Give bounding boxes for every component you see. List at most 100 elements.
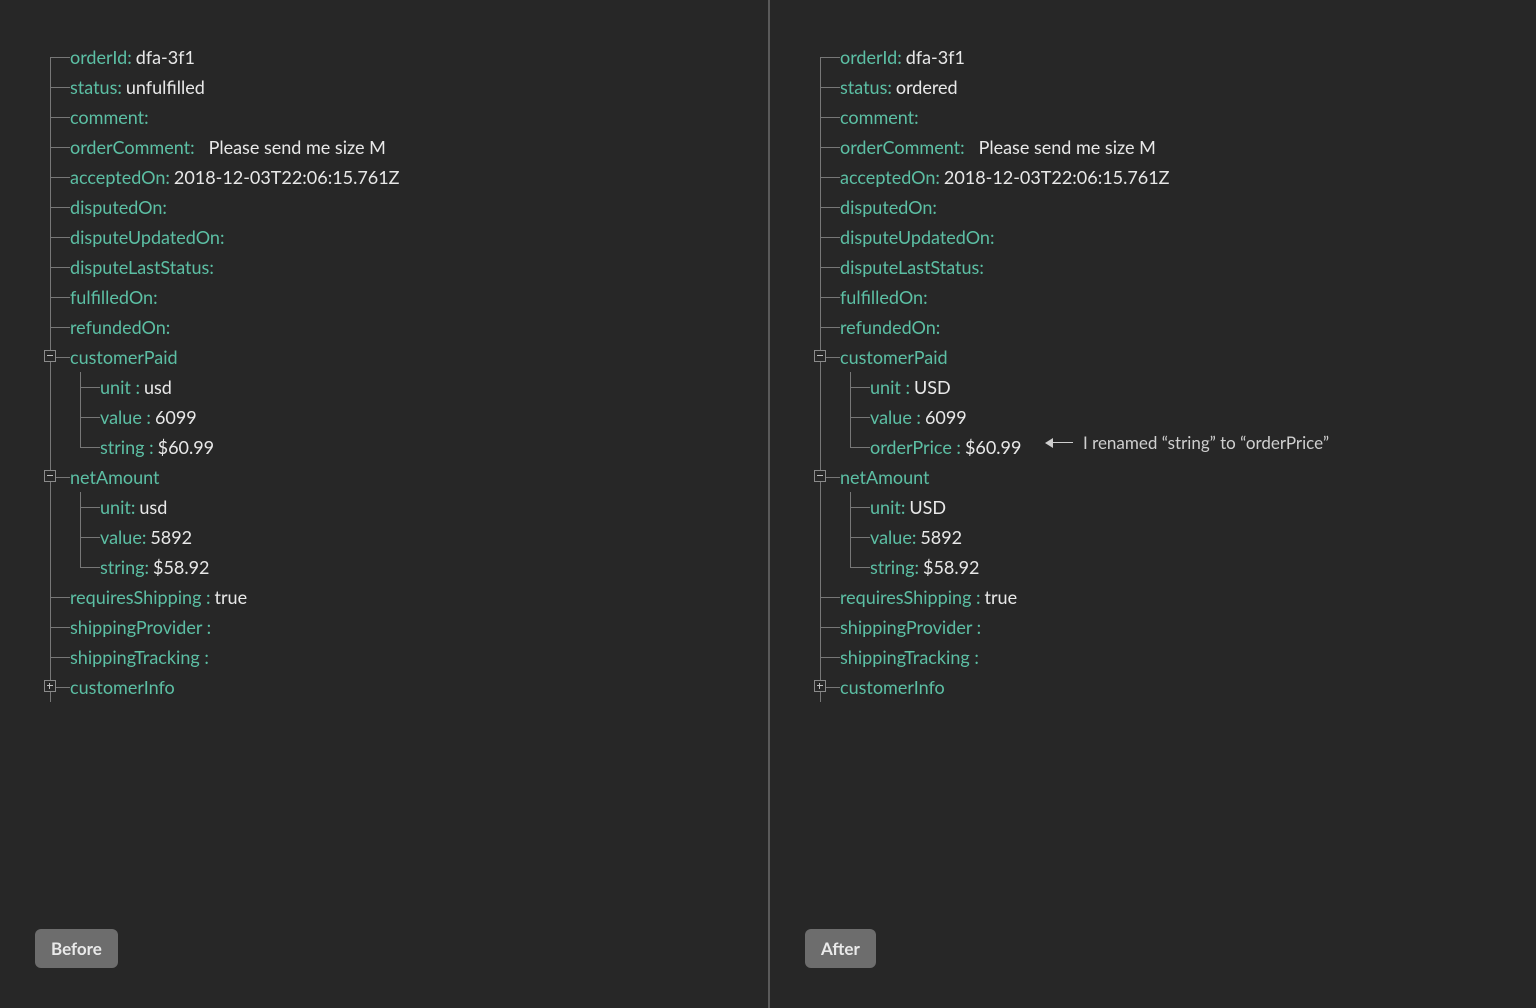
- node-netamount[interactable]: netAmount: [40, 462, 399, 492]
- key: shippingProvider :: [70, 612, 211, 642]
- key: customerPaid: [70, 342, 178, 372]
- val: 5892: [920, 522, 962, 552]
- val: $58.92: [153, 552, 209, 582]
- key: requiresShipping :: [840, 582, 981, 612]
- node-shippingprovider: shippingProvider :: [40, 612, 399, 642]
- node-cp-unit: unit : usd: [40, 372, 399, 402]
- val: $58.92: [923, 552, 979, 582]
- val: $60.99: [158, 432, 214, 462]
- key: status:: [840, 72, 892, 102]
- key: customerPaid: [840, 342, 948, 372]
- val: 5892: [150, 522, 192, 552]
- key: value :: [100, 402, 151, 432]
- node-cp-value: value : 6099: [40, 402, 399, 432]
- val: Please send me size M: [209, 132, 386, 162]
- node-disputedon: disputedOn:: [810, 192, 1169, 222]
- node-fulfilledon: fulfilledOn:: [40, 282, 399, 312]
- key: value:: [870, 522, 916, 552]
- val: 2018-12-03T22:06:15.761Z: [174, 162, 400, 192]
- node-acceptedon: acceptedOn: 2018-12-03T22:06:15.761Z: [40, 162, 399, 192]
- collapse-icon[interactable]: [44, 350, 56, 362]
- val: 2018-12-03T22:06:15.761Z: [944, 162, 1170, 192]
- node-status: status: unfulfilled: [40, 72, 399, 102]
- key: string :: [100, 432, 154, 462]
- node-customerpaid[interactable]: customerPaid: [40, 342, 399, 372]
- key: orderPrice :: [870, 432, 961, 462]
- node-na-value: value: 5892: [40, 522, 399, 552]
- annotation-text: I renamed “string” to “orderPrice”: [1083, 432, 1329, 453]
- node-na-unit: unit: usd: [40, 492, 399, 522]
- key: disputedOn:: [840, 192, 937, 222]
- node-requiresshipping: requiresShipping : true: [40, 582, 399, 612]
- val: ordered: [896, 72, 958, 102]
- after-badge: After: [805, 929, 876, 968]
- node-requiresshipping: requiresShipping : true: [810, 582, 1169, 612]
- key: disputeLastStatus:: [840, 252, 984, 282]
- node-customerpaid[interactable]: customerPaid: [810, 342, 1169, 372]
- node-cp-value: value : 6099: [810, 402, 1169, 432]
- node-shippingtracking: shippingTracking :: [40, 642, 399, 672]
- key: acceptedOn:: [70, 162, 170, 192]
- key: acceptedOn:: [840, 162, 940, 192]
- key: fulfilledOn:: [70, 282, 158, 312]
- key: shippingProvider :: [840, 612, 981, 642]
- node-disputelaststatus: disputeLastStatus:: [40, 252, 399, 282]
- before-tree: orderId: dfa-3f1 status: unfulfilled com…: [40, 42, 399, 702]
- val: Please send me size M: [979, 132, 1156, 162]
- val: unfulfilled: [126, 72, 205, 102]
- val: $60.99: [965, 432, 1021, 462]
- node-netamount[interactable]: netAmount: [810, 462, 1169, 492]
- collapse-icon[interactable]: [814, 350, 826, 362]
- val: 6099: [925, 402, 967, 432]
- node-cp-unit: unit : USD: [810, 372, 1169, 402]
- key: shippingTracking :: [70, 642, 209, 672]
- key: orderComment:: [70, 132, 195, 162]
- val: usd: [144, 372, 172, 402]
- node-cp-string: string : $60.99: [40, 432, 399, 462]
- comparison-stage: orderId: dfa-3f1 status: unfulfilled com…: [0, 0, 1536, 1008]
- key: shippingTracking :: [840, 642, 979, 672]
- rename-annotation: I renamed “string” to “orderPrice”: [1045, 432, 1329, 453]
- key: netAmount: [840, 462, 930, 492]
- key: unit:: [870, 492, 905, 522]
- arrow-left-icon: [1045, 437, 1073, 449]
- key: comment:: [70, 102, 149, 132]
- val: true: [985, 582, 1018, 612]
- val: 6099: [155, 402, 197, 432]
- key: disputeUpdatedOn:: [70, 222, 224, 252]
- node-fulfilledon: fulfilledOn:: [810, 282, 1169, 312]
- key: orderComment:: [840, 132, 965, 162]
- node-na-value: value: 5892: [810, 522, 1169, 552]
- node-refundedon: refundedOn:: [40, 312, 399, 342]
- node-comment: comment:: [40, 102, 399, 132]
- key: refundedOn:: [840, 312, 940, 342]
- key: customerInfo: [840, 672, 945, 702]
- expand-icon[interactable]: [44, 680, 56, 692]
- key: requiresShipping :: [70, 582, 211, 612]
- before-badge: Before: [35, 929, 118, 968]
- node-orderid: orderId: dfa-3f1: [40, 42, 399, 72]
- node-customerinfo[interactable]: customerInfo: [40, 672, 399, 702]
- collapse-icon[interactable]: [44, 470, 56, 482]
- node-disputeupdatedon: disputeUpdatedOn:: [40, 222, 399, 252]
- collapse-icon[interactable]: [814, 470, 826, 482]
- key: value :: [870, 402, 921, 432]
- val: USD: [909, 492, 946, 522]
- key: comment:: [840, 102, 919, 132]
- key: disputedOn:: [70, 192, 167, 222]
- before-pane: orderId: dfa-3f1 status: unfulfilled com…: [0, 0, 768, 1008]
- node-customerinfo[interactable]: customerInfo: [810, 672, 1169, 702]
- val: USD: [914, 372, 951, 402]
- key: unit :: [870, 372, 910, 402]
- node-comment: comment:: [810, 102, 1169, 132]
- val: usd: [139, 492, 167, 522]
- node-disputelaststatus: disputeLastStatus:: [810, 252, 1169, 282]
- node-disputedon: disputedOn:: [40, 192, 399, 222]
- node-orderid: orderId: dfa-3f1: [810, 42, 1169, 72]
- val: dfa-3f1: [906, 42, 965, 72]
- val: true: [215, 582, 248, 612]
- key: disputeUpdatedOn:: [840, 222, 994, 252]
- node-na-string: string: $58.92: [40, 552, 399, 582]
- expand-icon[interactable]: [814, 680, 826, 692]
- key: disputeLastStatus:: [70, 252, 214, 282]
